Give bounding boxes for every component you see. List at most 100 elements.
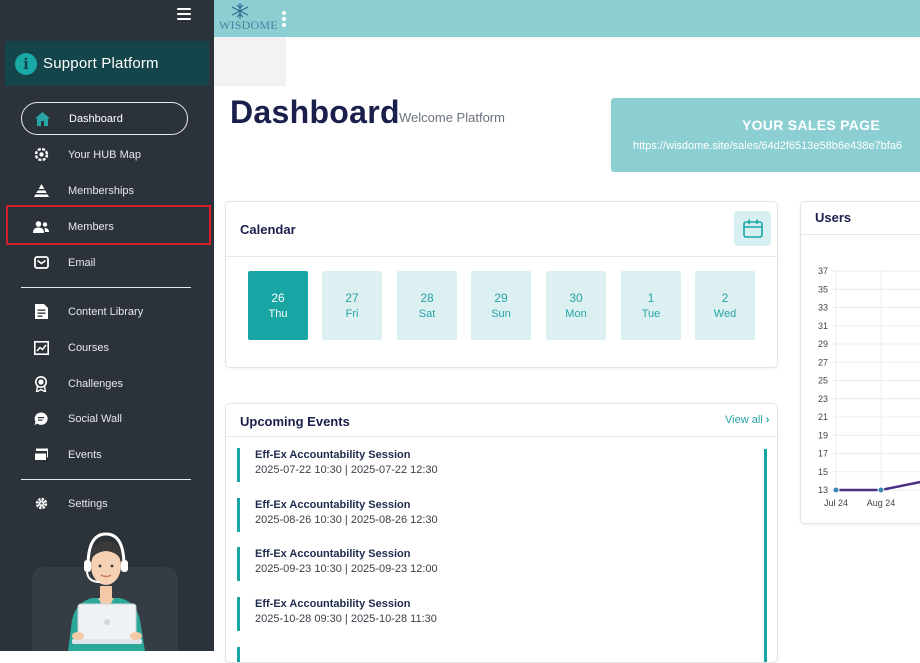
document-icon [33,304,49,320]
event-time: 2025-09-23 10:30 | 2025-09-23 12:00 [255,563,438,575]
day-number: 29 [494,291,508,305]
sidebar-item-social-wall[interactable]: Social Wall [21,402,188,435]
calendar-title: Calendar [240,222,296,237]
calendar-day[interactable]: 1 Tue [621,271,681,340]
day-name: Sat [418,308,436,320]
sidebar-item-email[interactable]: Email [21,246,188,279]
info-icon: i [15,52,37,75]
day-name: Sun [491,308,511,320]
event-item[interactable]: Eff-Ex Accountability Session 2025-09-23… [237,547,737,581]
sidebar-item-hub-map[interactable]: Your HUB Map [21,138,188,171]
home-icon [34,111,50,127]
data-point[interactable] [877,486,885,494]
event-item[interactable]: Eff-Ex Accountability Session 2025-08-26… [237,498,737,532]
email-icon [33,255,49,271]
members-highlight [6,205,211,245]
sidebar-item-courses[interactable]: Courses [21,331,188,364]
sidebar-item-label: Email [68,256,96,269]
award-icon [33,375,49,392]
event-title: Eff-Ex Accountability Session [255,598,411,610]
day-number: 1 [647,291,655,305]
day-name: Fri [345,308,359,320]
brand-title: Support Platform [43,55,159,72]
sidebar-item-challenges[interactable]: Challenges [21,367,188,400]
more-options-icon[interactable] [282,11,287,27]
day-name: Thu [268,308,288,320]
y-tick-label: 25 [818,376,828,386]
view-all-label: View all [725,414,763,426]
sidebar-item-label: Content Library [68,305,144,318]
calendar-stack-icon [33,447,49,463]
gear-badge-icon [33,147,49,163]
sales-page-card: YOUR SALES PAGE https://wisdome.site/sal… [611,98,920,172]
sidebar: i Support Platform Dashboard Your HUB Ma… [0,0,214,651]
sidebar-item-label: Challenges [68,377,124,390]
y-tick-label: 33 [818,303,828,313]
page-subtitle: Welcome Platform [399,110,505,125]
calendar-day[interactable]: 30 Mon [546,271,606,340]
event-title: Eff-Ex Accountability Session [255,548,411,560]
x-tick-label: Aug 24 [867,498,896,508]
sidebar-item-content-library[interactable]: Content Library [21,295,188,328]
sidebar-divider [21,479,191,480]
y-tick-label: 21 [818,412,828,422]
view-all-link[interactable]: View all › [725,414,769,426]
event-item[interactable]: Eff-Ex Accountability Session 2025-10-28… [237,597,737,631]
calendar-icon [742,219,763,238]
users-line-chart: 13151719212325272931333537Jul 24Aug 24Se [818,266,920,508]
logo-area: WISDOME [214,0,286,86]
sales-page-link[interactable]: https://wisdome.site/sales/64d2f6513e58b… [633,140,902,152]
y-tick-label: 27 [818,357,828,367]
y-tick-label: 15 [818,467,828,477]
day-number: 30 [569,291,583,305]
sidebar-divider [21,287,191,288]
data-point[interactable] [832,486,840,494]
chevron-right-icon: › [765,414,770,426]
sidebar-item-label: Courses [68,341,109,354]
card-divider [226,256,777,257]
calendar-button[interactable] [734,211,771,246]
events-scrollbar[interactable] [764,449,767,662]
event-item[interactable]: Eff-Ex Accountability Session 2025-07-22… [237,448,737,482]
sidebar-item-settings[interactable]: Settings [21,487,188,520]
day-name: Tue [641,308,661,320]
calendar-card: Calendar 26 Thu 27 Fri 28 Sat 29 Sun 30 … [225,201,778,368]
event-title: Eff-Ex Accountability Session [255,449,411,461]
chart-board-icon [33,340,49,356]
day-name: Wed [713,308,737,320]
calendar-day[interactable]: 29 Sun [471,271,531,340]
calendar-day[interactable]: 28 Sat [397,271,457,340]
sidebar-item-label: Events [68,448,102,461]
y-tick-label: 29 [818,339,828,349]
day-number: 28 [420,291,434,305]
event-time: 2025-07-22 10:30 | 2025-07-22 12:30 [255,464,438,476]
card-divider [226,436,777,437]
sidebar-item-label: Settings [68,497,108,510]
event-time: 2025-08-26 10:30 | 2025-08-26 12:30 [255,514,438,526]
sales-page-title: YOUR SALES PAGE [741,117,881,133]
day-number: 26 [271,291,285,305]
y-tick-label: 31 [818,321,828,331]
settings-icon [33,496,49,512]
events-title: Upcoming Events [240,414,350,429]
sidebar-item-events[interactable]: Events [21,438,188,471]
event-item-partial[interactable] [237,647,737,662]
logo-text: WISDOME [219,18,278,32]
menu-toggle-icon[interactable] [177,8,191,20]
sidebar-item-label: Dashboard [69,112,123,125]
chat-bubble-icon [33,411,49,427]
sidebar-item-dashboard[interactable]: Dashboard [21,102,188,135]
x-tick-label: Jul 24 [824,498,848,508]
calendar-day[interactable]: 27 Fri [322,271,382,340]
sidebar-item-memberships[interactable]: Memberships [21,174,188,207]
sidebar-item-label: Social Wall [68,412,122,425]
top-bar [214,0,920,37]
y-tick-label: 17 [818,449,828,459]
day-name: Mon [565,308,587,320]
y-tick-label: 19 [818,430,828,440]
calendar-day[interactable]: 26 Thu [248,271,308,340]
support-agent-illustration [68,532,145,651]
calendar-day[interactable]: 2 Wed [695,271,755,340]
users-card: Users 13 15 17 19 21 23 25 27 29 31 33 35 37 Jul 24 Au… [800,201,920,524]
pyramid-icon [33,183,49,199]
